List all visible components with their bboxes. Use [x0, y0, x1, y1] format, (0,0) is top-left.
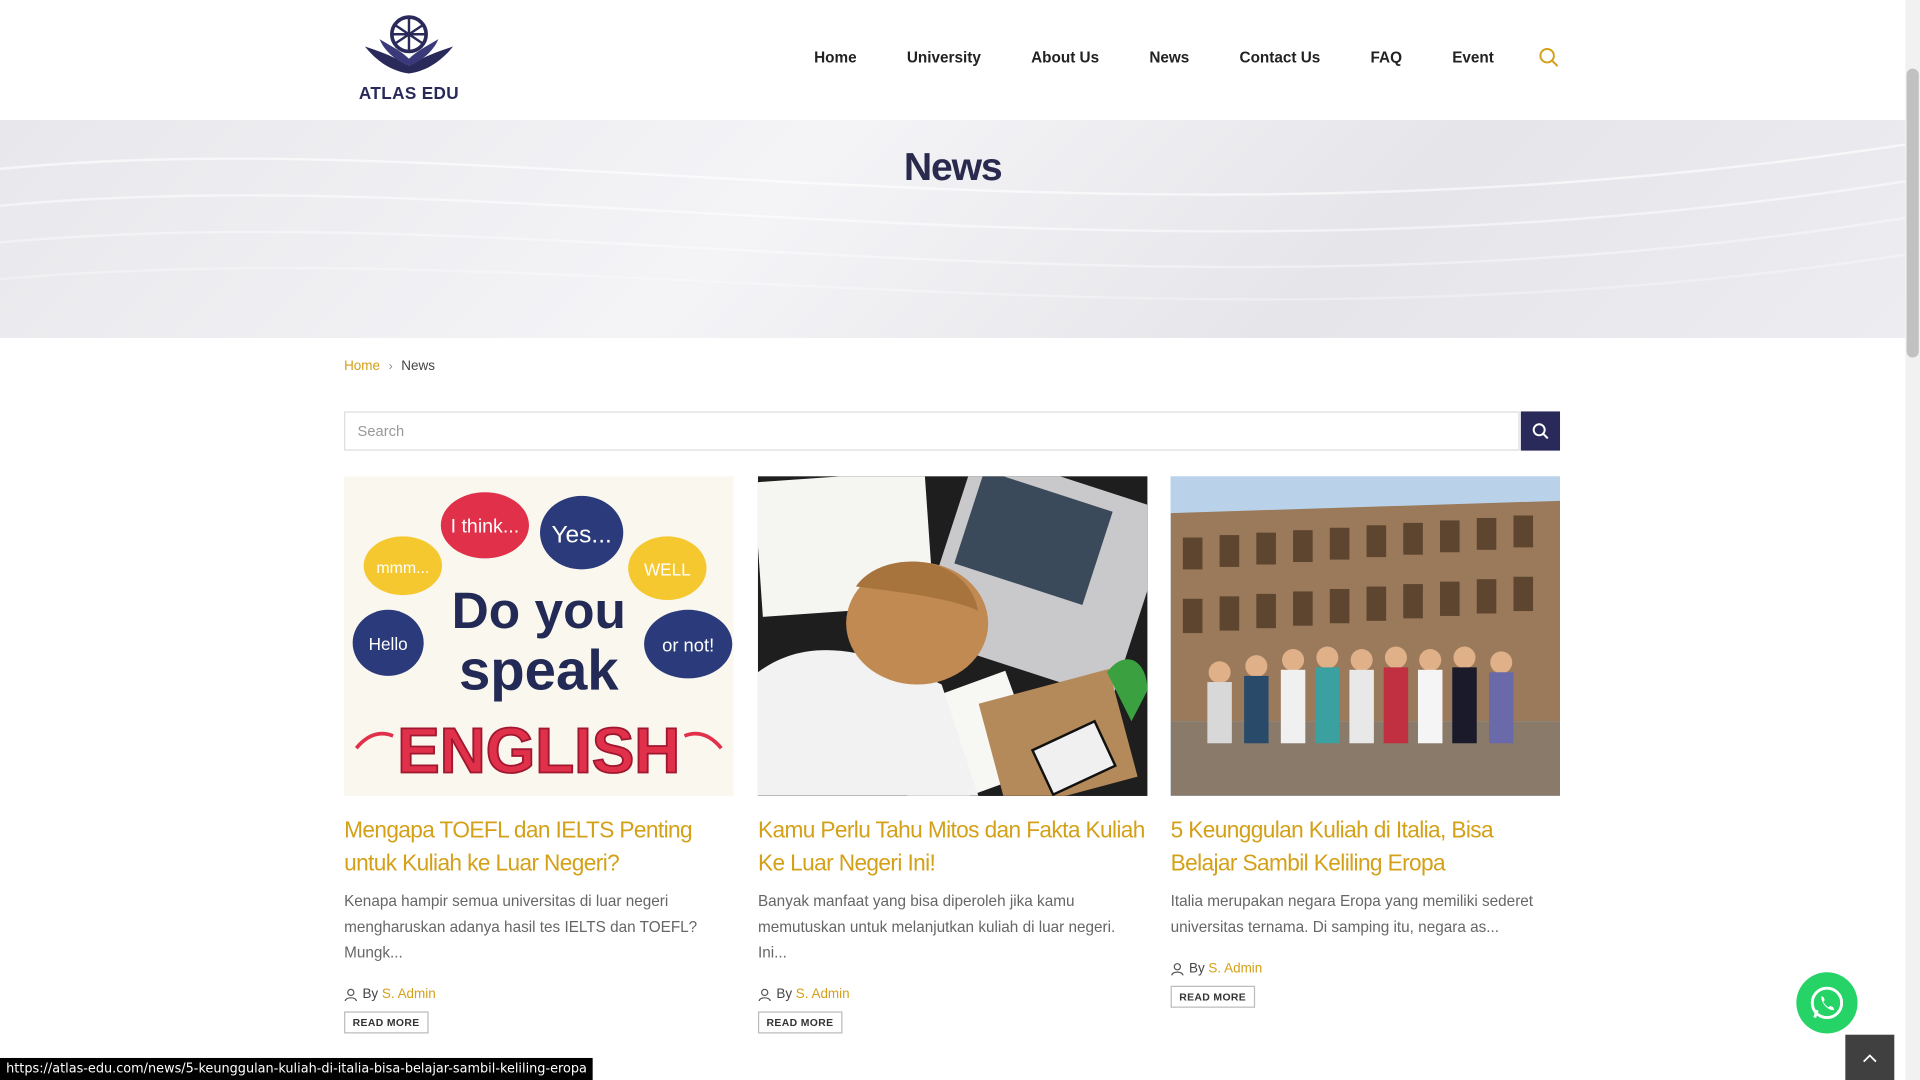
bubble-i-think: I think... — [451, 516, 520, 538]
post-thumbnail-colosseum[interactable] — [1170, 476, 1561, 796]
back-to-top-button[interactable] — [1845, 1034, 1895, 1080]
chevron-up-icon — [1863, 1053, 1877, 1062]
news-card: I think... Yes... mmm... WELL Hello or n… — [344, 476, 734, 1034]
search-icon — [1532, 423, 1549, 440]
post-excerpt: Banyak manfaat yang bisa diperoleh jika … — [757, 892, 1116, 962]
english-speech-bubbles-image: I think... Yes... mmm... WELL Hello or n… — [352, 492, 733, 788]
post-author-link[interactable]: S. Admin — [796, 987, 850, 1002]
nav-university[interactable]: University — [907, 49, 981, 66]
read-more-button[interactable]: READ MORE — [344, 1011, 429, 1034]
by-label: By — [362, 986, 379, 1002]
post-excerpt: Kenapa hampir semua universitas di luar … — [344, 892, 698, 962]
headline-do-you: Do you — [452, 581, 626, 639]
post-author-link[interactable]: S. Admin — [382, 987, 436, 1002]
logo-emblem-icon — [364, 15, 454, 74]
post-title[interactable]: Mengapa TOEFL dan IELTS Penting untuk Ku… — [344, 813, 733, 879]
search-button[interactable] — [1520, 411, 1561, 451]
site-header: ATLAS EDU Home University About Us News … — [0, 0, 1906, 122]
whatsapp-icon — [1810, 986, 1844, 1020]
nav-event[interactable]: Event — [1452, 49, 1494, 66]
breadcrumb-current: News — [401, 358, 435, 374]
whatsapp-chat-button[interactable] — [1796, 972, 1858, 1034]
main-nav: Home University About Us News Contact Us… — [764, 47, 1560, 69]
page-title: News — [903, 144, 1003, 189]
search-icon[interactable] — [1538, 47, 1560, 69]
news-card: 5 Keunggulan Kuliah di Italia, Bisa Bela… — [1170, 476, 1561, 1008]
nav-home[interactable]: Home — [814, 49, 857, 66]
post-meta: By S. Admin — [344, 987, 733, 1002]
search-input[interactable] — [344, 411, 1520, 451]
post-thumbnail-stressed-student[interactable] — [757, 476, 1148, 796]
news-card: Kamu Perlu Tahu Mitos dan Fakta Kuliah K… — [757, 476, 1148, 1034]
nav-news[interactable]: News — [1149, 49, 1189, 66]
post-excerpt: Italia merupakan negara Eropa yang memil… — [1170, 892, 1534, 936]
by-label: By — [776, 986, 793, 1002]
breadcrumb-home-link[interactable]: Home — [344, 359, 380, 374]
headline-speak: speak — [459, 638, 619, 701]
nav-faq[interactable]: FAQ — [1371, 49, 1402, 66]
bubble-well: WELL — [644, 560, 691, 580]
atlas-edu-logo[interactable]: ATLAS EDU — [353, 12, 466, 110]
read-more-button[interactable]: READ MORE — [1170, 985, 1255, 1008]
page-hero: News — [0, 120, 1906, 338]
bubble-hello: Hello — [369, 634, 408, 654]
chevron-right-icon: › — [388, 359, 393, 373]
bubble-yes: Yes... — [551, 521, 611, 548]
read-more-button[interactable]: READ MORE — [757, 1011, 843, 1034]
logo-text: ATLAS EDU — [358, 83, 460, 103]
post-author-link[interactable]: S. Admin — [1208, 961, 1262, 976]
post-thumbnail-english[interactable]: I think... Yes... mmm... WELL Hello or n… — [344, 476, 734, 796]
post-title[interactable]: Kamu Perlu Tahu Mitos dan Fakta Kuliah K… — [758, 813, 1147, 879]
bubble-mmm: mmm... — [376, 560, 429, 577]
nav-contact-us[interactable]: Contact Us — [1240, 49, 1321, 66]
post-meta: By S. Admin — [758, 987, 1147, 1002]
status-bar-url: https://atlas-edu.com/news/5-keunggulan-… — [0, 1057, 594, 1080]
colosseum-group-photo — [1170, 476, 1561, 796]
user-icon — [758, 988, 771, 1001]
stressed-student-photo — [757, 476, 1148, 796]
post-title[interactable]: 5 Keunggulan Kuliah di Italia, Bisa Bela… — [1171, 813, 1560, 879]
breadcrumb: Home › News — [344, 359, 435, 374]
post-meta: By S. Admin — [1171, 961, 1560, 976]
page-scrollbar[interactable] — [1905, 0, 1920, 1080]
bubble-or-not: or not! — [662, 634, 714, 655]
by-label: By — [1188, 961, 1205, 976]
scrollbar-thumb[interactable] — [1906, 68, 1919, 358]
news-search — [344, 411, 1561, 451]
user-icon — [344, 988, 357, 1001]
headline-english: ENGLISH — [397, 716, 680, 787]
nav-about-us[interactable]: About Us — [1031, 49, 1099, 66]
user-icon — [1171, 962, 1184, 975]
